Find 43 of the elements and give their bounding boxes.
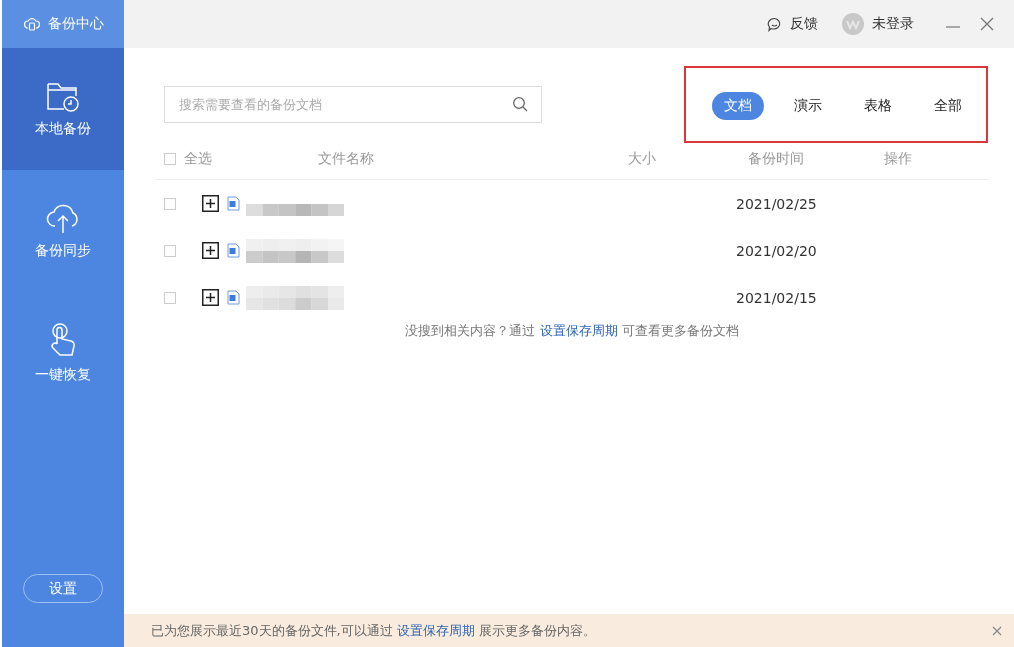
sidebar-item[interactable]: 一键恢复 — [2, 292, 124, 414]
table-cell: 2021/02/25 — [736, 195, 817, 212]
column-header: 文件名称 — [317, 150, 375, 168]
table-cell: 2021/02/15 — [736, 289, 817, 306]
filter-tab[interactable]: 全部 — [922, 91, 974, 120]
folder-clock-icon — [46, 80, 80, 112]
feedback-link[interactable]: 反馈 — [790, 15, 818, 33]
select-all-label[interactable]: 全选 — [184, 150, 212, 168]
document-icon — [227, 196, 240, 211]
column-header: 大小 — [628, 150, 657, 168]
search-icon — [512, 96, 528, 112]
account-status[interactable]: 未登录 — [872, 15, 914, 33]
close-icon[interactable] — [992, 625, 1002, 636]
close-icon[interactable] — [980, 17, 994, 31]
sidebar-item[interactable]: 本地备份 — [2, 48, 124, 170]
banner-text: 已为您展示最近30天的备份文件,可以通过 设置保存周期 展示更多备份内容。 — [151, 621, 596, 640]
sidebar-item[interactable]: 备份同步 — [2, 170, 124, 292]
filter-tab[interactable]: 表格 — [852, 91, 904, 120]
sidebar-label: 本地备份 — [35, 120, 91, 138]
checkbox[interactable] — [164, 197, 176, 210]
column-header: 备份时间 — [748, 150, 805, 168]
document-icon — [227, 290, 240, 305]
expand-icon[interactable] — [202, 195, 219, 212]
expand-icon[interactable] — [202, 242, 219, 259]
column-header: 操作 — [884, 150, 912, 168]
settings-link[interactable]: 设置保存周期 — [396, 622, 475, 638]
settings-link[interactable]: 设置保存周期 — [539, 323, 618, 338]
checkbox[interactable] — [164, 244, 176, 257]
sidebar-label: 备份同步 — [35, 242, 91, 260]
chat-bubble-icon[interactable] — [767, 16, 782, 32]
document-icon — [227, 243, 240, 258]
cloud-upload-icon — [45, 202, 81, 234]
app-title: 备份中心 — [48, 15, 104, 33]
filter-tab[interactable]: 演示 — [782, 91, 834, 120]
table-cell: 2021/02/20 — [736, 242, 817, 259]
search-field[interactable]: 搜索需要查看的备份文档 — [164, 86, 542, 123]
sidebar-label: 一键恢复 — [35, 366, 91, 384]
hint-text: 没搜到相关内容？通过 设置保存周期 可查看更多备份文档 — [404, 322, 740, 340]
checkbox[interactable] — [164, 291, 176, 304]
expand-icon[interactable] — [202, 289, 219, 306]
filter-tab[interactable]: 文档 — [712, 91, 764, 120]
checkbox[interactable] — [164, 153, 176, 165]
cloud-icon — [24, 16, 40, 32]
